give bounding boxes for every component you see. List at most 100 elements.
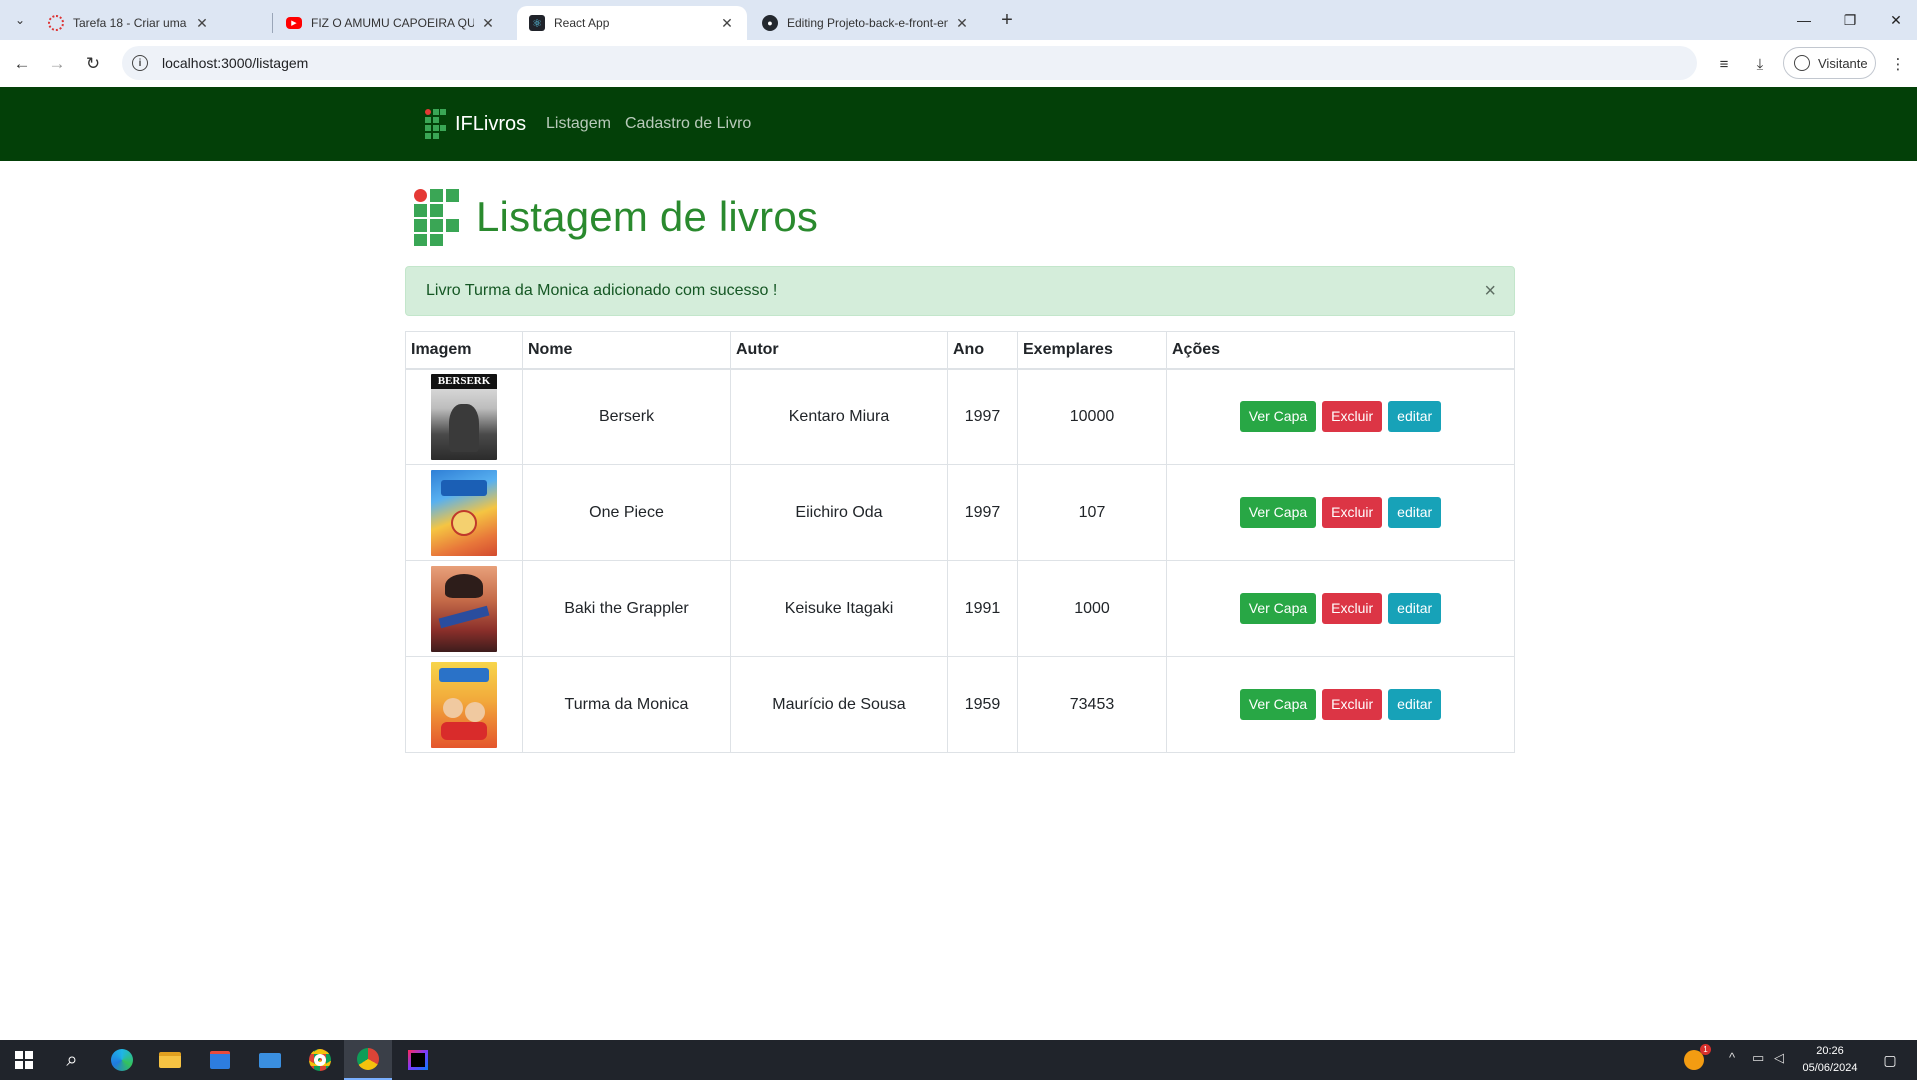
clock-time: 20:26 [1816, 1045, 1844, 1057]
alert-message: Livro Turma da Monica adicionado com suc… [426, 282, 778, 299]
clock-date: 05/06/2024 [1802, 1062, 1858, 1074]
brand-text: IFLivros [455, 112, 527, 135]
if-logo-icon [425, 109, 447, 139]
back-icon[interactable]: ← [8, 50, 36, 78]
cell-exemplares: 107 [1017, 464, 1167, 561]
windows-taskbar: ⌕ 1 ^ ▭ ◁ 20:26 05/06/2024 ▢ [0, 1040, 1917, 1080]
header-exemplares: Exemplares [1017, 331, 1167, 370]
book-cover-image [431, 565, 497, 652]
intellij-icon[interactable] [394, 1040, 442, 1080]
weather-icon[interactable]: 1 [1670, 1040, 1718, 1080]
nav-link-listagem[interactable]: Listagem [546, 87, 611, 161]
edit-button[interactable]: editar [1388, 401, 1442, 433]
cell-acoes: Ver Capa Excluir editar [1166, 464, 1515, 561]
cover-cell [405, 464, 523, 561]
header-nome: Nome [522, 331, 731, 370]
edge-icon[interactable] [98, 1040, 146, 1080]
notification-badge: 1 [1700, 1044, 1711, 1055]
edit-button[interactable]: editar [1388, 497, 1442, 528]
cover-cell [405, 656, 523, 753]
new-tab-icon[interactable]: + [995, 8, 1019, 32]
profile-button[interactable]: Visitante [1783, 47, 1876, 79]
delete-button[interactable]: Excluir [1322, 689, 1383, 720]
app-navbar: IFLivros Listagem Cadastro de Livro [0, 87, 1917, 161]
reload-icon[interactable]: ↻ [79, 50, 107, 78]
address-bar[interactable]: i localhost:3000/listagem [122, 46, 1697, 80]
chevron-up-icon[interactable]: ^ [1729, 1050, 1735, 1065]
mail-icon[interactable] [246, 1040, 294, 1080]
tab-title: FIZ O AMUMU CAPOEIRA QUE [311, 16, 474, 30]
download-icon[interactable]: ⤓ [1748, 52, 1772, 76]
minimize-icon[interactable]: — [1781, 0, 1827, 40]
store-icon[interactable] [196, 1040, 244, 1080]
media-control-icon[interactable]: ≡ [1712, 52, 1736, 76]
forward-icon[interactable]: → [43, 50, 71, 78]
system-clock[interactable]: 20:26 05/06/2024 [1790, 1043, 1870, 1077]
volume-icon[interactable]: ◁ [1774, 1050, 1784, 1066]
cell-acoes: Ver Capa Excluir editar [1166, 368, 1515, 465]
close-icon[interactable]: ✕ [194, 15, 210, 32]
edit-button[interactable]: editar [1388, 593, 1442, 624]
chrome-icon[interactable] [296, 1040, 344, 1080]
close-icon[interactable]: ✕ [480, 15, 496, 32]
delete-button[interactable]: Excluir [1322, 497, 1383, 528]
menu-icon[interactable]: ⋮ [1886, 52, 1910, 76]
tab-search-icon[interactable]: ⌄ [8, 8, 32, 32]
page-title: Listagem de livros [476, 193, 819, 240]
books-table: Imagem Nome Autor Ano Exemplares Ações B… [405, 331, 1515, 753]
notifications-icon[interactable]: ▢ [1866, 1040, 1914, 1080]
tab-github[interactable]: ● Editing Projeto-back-e-front-en ✕ [750, 6, 982, 40]
restore-icon[interactable]: ❐ [1827, 0, 1873, 40]
cell-acoes: Ver Capa Excluir editar [1166, 560, 1515, 657]
loading-favicon-icon [48, 15, 64, 31]
tab-react-app[interactable]: ⚛ React App ✕ [517, 6, 747, 40]
cell-nome: One Piece [522, 464, 731, 561]
tab-title: Editing Projeto-back-e-front-en [787, 16, 948, 30]
tab-tarefa[interactable]: Tarefa 18 - Criar uma API para u ✕ [36, 6, 222, 40]
header-imagem: Imagem [405, 331, 523, 370]
cover-cell: BERSERK [405, 368, 523, 465]
if-logo-icon [414, 188, 459, 246]
book-cover-image [431, 661, 497, 748]
cell-ano: 1997 [947, 368, 1018, 465]
tab-title: React App [554, 16, 610, 30]
cell-autor: Keisuke Itagaki [730, 560, 948, 657]
window-close-icon[interactable]: ✕ [1873, 0, 1917, 40]
url-text[interactable]: localhost:3000/listagem [162, 55, 308, 71]
cell-exemplares: 73453 [1017, 656, 1167, 753]
edit-button[interactable]: editar [1388, 689, 1442, 720]
cover-title: BERSERK [431, 373, 497, 389]
chrome-icon[interactable] [344, 1040, 392, 1080]
nav-link-cadastro[interactable]: Cadastro de Livro [625, 87, 751, 161]
cell-ano: 1997 [947, 464, 1018, 561]
profile-label: Visitante [1818, 55, 1868, 71]
cover-cell [405, 560, 523, 657]
tab-title: Tarefa 18 - Criar uma API para u [73, 16, 188, 30]
close-icon[interactable]: ✕ [719, 15, 735, 32]
network-icon[interactable]: ▭ [1752, 1050, 1764, 1066]
tab-separator [272, 13, 273, 33]
file-explorer-icon[interactable] [146, 1040, 194, 1080]
table-row: Baki the Grappler Keisuke Itagaki 1991 1… [405, 560, 1515, 657]
table-row: BERSERK Berserk Kentaro Miura 1997 10000… [405, 368, 1515, 465]
profile-icon [1794, 55, 1810, 71]
close-icon[interactable]: ✕ [954, 15, 970, 32]
navbar-brand[interactable]: IFLivros [425, 87, 526, 161]
view-cover-button[interactable]: Ver Capa [1239, 689, 1317, 720]
cell-ano: 1959 [947, 656, 1018, 753]
delete-button[interactable]: Excluir [1322, 401, 1383, 433]
cell-nome: Baki the Grappler [522, 560, 731, 657]
tab-youtube[interactable]: ▶ FIZ O AMUMU CAPOEIRA QUE ✕ [274, 6, 508, 40]
table-row: One Piece Eiichiro Oda 1997 107 Ver Capa… [405, 464, 1515, 561]
search-icon[interactable]: ⌕ [48, 1040, 96, 1080]
site-info-icon[interactable]: i [132, 55, 148, 71]
header-autor: Autor [730, 331, 948, 370]
windows-start-icon[interactable] [0, 1040, 48, 1080]
delete-button[interactable]: Excluir [1322, 593, 1383, 624]
close-icon[interactable]: × [1484, 280, 1496, 303]
cell-exemplares: 10000 [1017, 368, 1167, 465]
view-cover-button[interactable]: Ver Capa [1239, 497, 1317, 528]
view-cover-button[interactable]: Ver Capa [1239, 401, 1317, 433]
table-row: Turma da Monica Maurício de Sousa 1959 7… [405, 656, 1515, 753]
view-cover-button[interactable]: Ver Capa [1239, 593, 1317, 624]
